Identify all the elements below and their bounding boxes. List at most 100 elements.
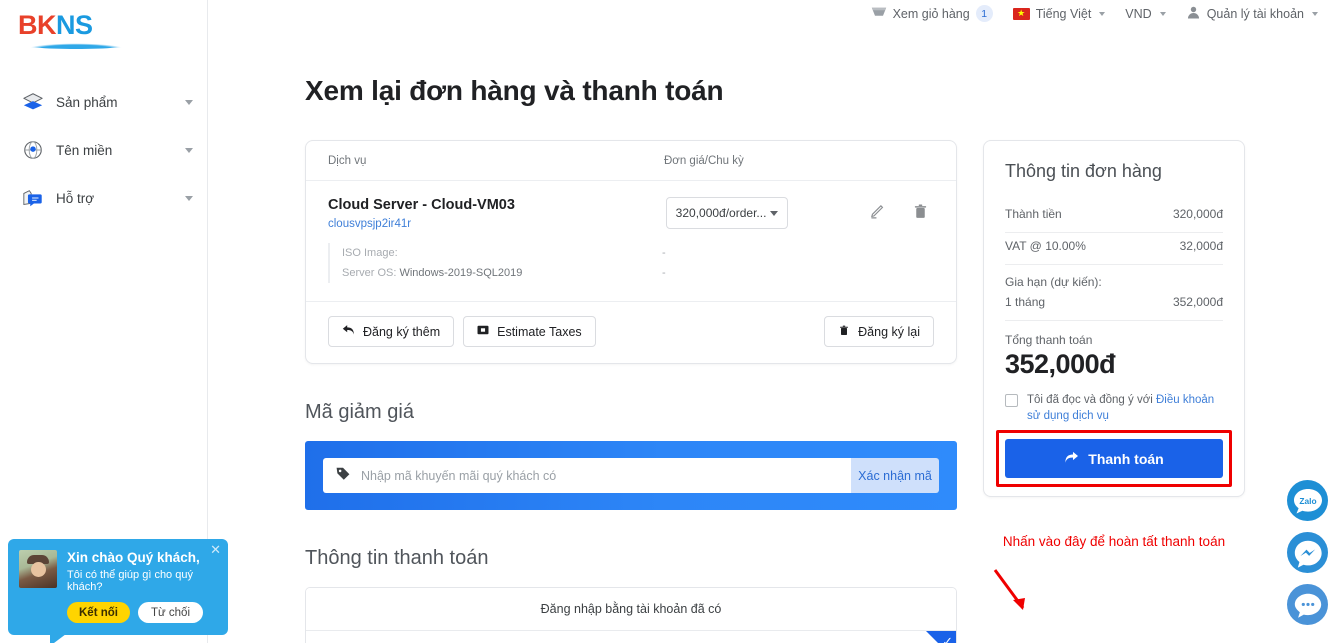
estimate-taxes-button[interactable]: Estimate Taxes bbox=[463, 316, 596, 347]
terms-checkbox[interactable] bbox=[1005, 394, 1018, 407]
table-row: Cloud Server - Cloud-VM03 clousvpsjp2ir4… bbox=[306, 181, 956, 289]
terms-prefix: Tôi đã đọc và đồng ý với bbox=[1027, 394, 1156, 406]
sidebar-item-support[interactable]: Hỗ trợ bbox=[0, 174, 207, 222]
logo-swoosh bbox=[20, 40, 132, 49]
account-label: Quản lý tài khoản bbox=[1206, 6, 1304, 21]
close-icon[interactable]: ✕ bbox=[210, 543, 221, 556]
chat-decline-button[interactable]: Từ chối bbox=[137, 602, 203, 623]
chevron-down-icon bbox=[1312, 11, 1318, 16]
service-id-link[interactable]: clousvpsjp2ir41r bbox=[328, 218, 666, 230]
column-header-price: Đơn giá/Chu kỳ bbox=[664, 155, 744, 167]
estimate-taxes-label: Estimate Taxes bbox=[497, 324, 582, 339]
re-register-label: Đăng ký lại bbox=[858, 324, 920, 339]
pencil-icon[interactable] bbox=[869, 203, 886, 225]
meta-key: Server OS: Windows-2019-SQL2019 bbox=[342, 263, 662, 283]
user-icon bbox=[1186, 5, 1201, 23]
language-label: Tiếng Việt bbox=[1035, 6, 1092, 21]
summary-row-subtotal: Thành tiền 320,000đ bbox=[1005, 201, 1223, 232]
service-meta: ISO Image: - Server OS: Windows-2019-SQL… bbox=[328, 243, 666, 283]
promo-code-input[interactable] bbox=[361, 468, 839, 483]
order-items-card: Dịch vụ Đơn giá/Chu kỳ Cloud Server - Cl… bbox=[305, 140, 957, 364]
summary-row-renewal: Gia hạn (dự kiến): 1 tháng 352,000đ bbox=[1005, 265, 1223, 320]
checkout-page: BKNS Sản phẩm Tên miền Hỗ trợ ✕ Xin chào… bbox=[0, 0, 1342, 643]
order-table-header: Dịch vụ Đơn giá/Chu kỳ bbox=[306, 141, 956, 181]
sidebar-item-label: Hỗ trợ bbox=[56, 190, 95, 206]
summary-label: Thành tiền bbox=[1005, 207, 1062, 221]
payment-section-title: Thông tin thanh toán bbox=[305, 547, 489, 569]
zalo-icon[interactable]: Zalo bbox=[1287, 480, 1328, 521]
chevron-down-icon[interactable] bbox=[185, 99, 193, 105]
main-area: Xem giỏ hàng 1 ★ Tiếng Việt VND Quản lý … bbox=[208, 0, 1342, 643]
globe-icon bbox=[18, 139, 48, 161]
meta-key: ISO Image: bbox=[342, 247, 398, 259]
checkout-button[interactable]: Thanh toán bbox=[1005, 439, 1223, 478]
currency-label: VND bbox=[1125, 6, 1152, 21]
order-summary-card: Thông tin đơn hàng Thành tiền 320,000đ V… bbox=[983, 140, 1245, 497]
price-cycle-value: 320,000đ/order... bbox=[675, 206, 767, 220]
view-cart-link[interactable]: Xem giỏ hàng 1 bbox=[861, 5, 1003, 22]
service-name: Cloud Server - Cloud-VM03 bbox=[328, 197, 515, 213]
support-folder-icon bbox=[18, 187, 48, 209]
content: Xem lại đơn hàng và thanh toán Dịch vụ Đ… bbox=[208, 27, 1342, 643]
meta-key-label: Server OS: bbox=[342, 267, 397, 279]
trash-icon bbox=[838, 324, 850, 340]
promo-code-band: Xác nhận mã bbox=[305, 441, 957, 510]
add-more-button[interactable]: Đăng ký thêm bbox=[328, 316, 455, 347]
chat-connect-button[interactable]: Kết nối bbox=[67, 602, 130, 623]
chevron-down-icon bbox=[1099, 11, 1106, 16]
checkout-label: Thanh toán bbox=[1088, 450, 1164, 467]
arrow-back-icon bbox=[342, 324, 355, 339]
apply-promo-button[interactable]: Xác nhận mã bbox=[851, 458, 939, 493]
summary-label: VAT @ 10.00% bbox=[1005, 239, 1086, 253]
promo-section-title: Mã giảm giá bbox=[305, 401, 414, 423]
pay-button-wrapper: Thanh toán bbox=[996, 430, 1232, 487]
chevron-down-icon[interactable] bbox=[185, 195, 193, 201]
live-chat-widget[interactable]: ✕ Xin chào Quý khách, Tôi có thể giúp gì… bbox=[8, 539, 228, 643]
total-label: Tổng thanh toán bbox=[1005, 333, 1093, 347]
promo-input-wrapper bbox=[323, 458, 851, 493]
cart-count-badge: 1 bbox=[975, 5, 993, 22]
currency-selector[interactable]: VND bbox=[1115, 7, 1175, 21]
check-icon: ✓ bbox=[942, 634, 953, 643]
re-register-button[interactable]: Đăng ký lại bbox=[824, 316, 934, 347]
arrow-forward-icon bbox=[1064, 451, 1079, 467]
chat-greeting: Xin chào Quý khách, bbox=[67, 550, 200, 565]
sidebar-nav: Sản phẩm Tên miền Hỗ trợ bbox=[0, 78, 207, 222]
sidebar-item-label: Tên miền bbox=[56, 142, 113, 158]
annotation-arrow bbox=[993, 569, 1025, 610]
sidebar-item-label: Sản phẩm bbox=[56, 94, 118, 110]
payment-options-card: Đăng nhập bằng tài khoản đã có Khởi tạo … bbox=[305, 587, 957, 643]
renewal-period: 1 tháng bbox=[1005, 295, 1046, 309]
summary-value: 320,000đ bbox=[1172, 207, 1223, 221]
messenger-icon[interactable] bbox=[1287, 532, 1328, 573]
sidebar: BKNS Sản phẩm Tên miền Hỗ trợ ✕ Xin chào… bbox=[0, 0, 228, 643]
summary-value: 32,000đ bbox=[1179, 239, 1223, 253]
topbar: Xem giỏ hàng 1 ★ Tiếng Việt VND Quản lý … bbox=[208, 0, 1342, 27]
floating-social-buttons: Zalo bbox=[1287, 480, 1328, 625]
annotation-text: Nhấn vào đây để hoàn tất thanh toán bbox=[1002, 534, 1226, 549]
column-header-service: Dịch vụ bbox=[328, 155, 367, 167]
avatar bbox=[19, 550, 57, 588]
sidebar-item-domains[interactable]: Tên miền bbox=[0, 126, 207, 174]
price-cycle-select[interactable]: 320,000đ/order... bbox=[665, 197, 788, 229]
brand-logo[interactable]: BKNS bbox=[0, 0, 207, 56]
chevron-down-icon[interactable] bbox=[185, 147, 193, 153]
svg-text:Zalo: Zalo bbox=[1299, 496, 1316, 506]
terms-agreement: Tôi đã đọc và đồng ý với Điều khoản sử d… bbox=[1005, 392, 1223, 424]
chat-question: Tôi có thể giúp gì cho quý khách? bbox=[67, 569, 193, 593]
renewal-value: 352,000đ bbox=[1172, 295, 1223, 309]
divider bbox=[1005, 320, 1223, 321]
terms-text: Tôi đã đọc và đồng ý với Điều khoản sử d… bbox=[1027, 392, 1223, 424]
logo-text-bk: BK bbox=[18, 10, 57, 40]
account-menu[interactable]: Quản lý tài khoản bbox=[1176, 5, 1328, 23]
chat-bubble-icon[interactable] bbox=[1287, 584, 1328, 625]
trash-icon[interactable] bbox=[912, 203, 929, 225]
meta-row: Server OS: Windows-2019-SQL2019 - bbox=[342, 263, 666, 283]
sidebar-item-products[interactable]: Sản phẩm bbox=[0, 78, 207, 126]
payment-option-existing-account[interactable]: Đăng nhập bằng tài khoản đã có bbox=[306, 588, 956, 630]
view-cart-label: Xem giỏ hàng bbox=[892, 6, 970, 21]
payment-option-new-account[interactable]: Khởi tạo tài khoản mới ✓ bbox=[306, 630, 956, 643]
language-selector[interactable]: ★ Tiếng Việt bbox=[1003, 7, 1116, 21]
renewal-label: Gia hạn (dự kiến): bbox=[1005, 275, 1102, 289]
cart-icon bbox=[871, 6, 887, 22]
